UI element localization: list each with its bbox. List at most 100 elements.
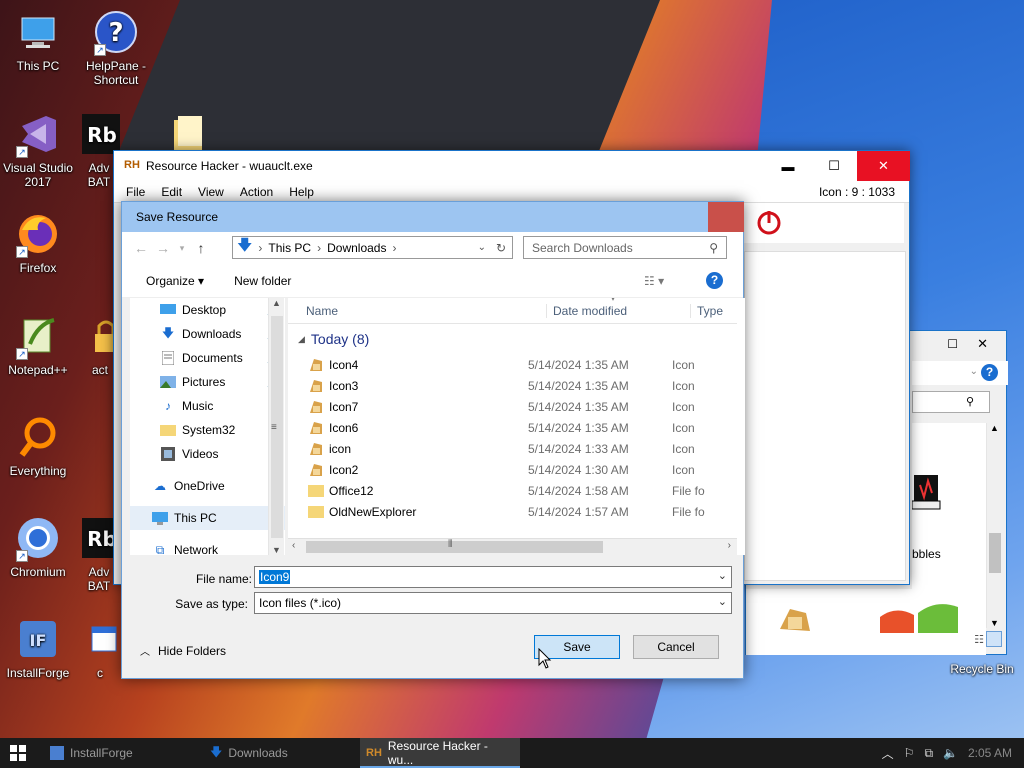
nav-item-system32[interactable]: System32 — [130, 418, 285, 442]
desktop-icon-visual-studio[interactable]: ↗ Visual Studio 2017 — [0, 110, 76, 189]
icon-file-icon — [308, 462, 324, 478]
file-row[interactable]: Office12 5/14/2024 1:58 AM File fo — [288, 480, 737, 501]
desktop-icon-this-pc[interactable]: This PC — [0, 8, 76, 73]
file-row[interactable]: Icon3 5/14/2024 1:35 AM Icon — [288, 375, 737, 396]
nav-item-pictures[interactable]: Pictures📌 — [130, 370, 285, 394]
details-view-icon[interactable]: ☷ — [974, 633, 984, 646]
show-hidden-icons-icon[interactable]: ︿ — [882, 745, 894, 762]
menu-view[interactable]: View — [190, 185, 232, 199]
menu-help[interactable]: Help — [281, 185, 322, 199]
window-app-icon — [80, 615, 120, 663]
dialog-titlebar[interactable]: Save Resource — [122, 202, 744, 232]
taskbar-item-installforge[interactable]: InstallForge — [44, 738, 204, 768]
file-row[interactable]: Icon4 5/14/2024 1:35 AM Icon — [288, 354, 737, 375]
group-header[interactable]: ◢ Today (8) — [288, 324, 737, 354]
file-row[interactable]: icon 5/14/2024 1:33 AM Icon — [288, 438, 737, 459]
desktop-icon-label: Chromium — [10, 565, 66, 579]
nav-item-desktop[interactable]: Desktop📌 — [130, 298, 285, 322]
desktop-icon-c[interactable]: c — [80, 615, 120, 680]
chevron-down-icon[interactable]: ⌄ — [478, 242, 486, 253]
search-placeholder: Search Downloads — [532, 240, 633, 255]
large-icons-view-icon[interactable] — [986, 631, 1002, 647]
window-titlebar[interactable]: RH Resource Hacker - wuauclt.exe ▬ ☐ ✕ — [114, 151, 910, 181]
desktop-icon-notepad-plus[interactable]: ↗ Notepad++ — [0, 312, 76, 377]
nav-item-music[interactable]: ♪ Music — [130, 394, 285, 418]
desktop-icon-everything[interactable]: Everything — [0, 413, 76, 478]
nav-item-videos[interactable]: Videos — [130, 442, 285, 466]
desktop-icon-chromium[interactable]: ↗ Chromium — [0, 514, 76, 579]
file-name-field[interactable]: Icon9 ⌄ — [254, 566, 732, 588]
maximize-icon[interactable]: ☐ — [947, 337, 958, 351]
horizontal-scrollbar[interactable]: ‹ ⦀ › — [288, 538, 737, 555]
refresh-icon[interactable]: ↻ — [496, 241, 506, 255]
window-title: Resource Hacker - wuauclt.exe — [146, 159, 313, 173]
volume-icon[interactable]: 🔈 — [943, 746, 958, 760]
nav-item-documents[interactable]: Documents📌 — [130, 346, 285, 370]
taskbar-item-resource-hacker[interactable]: RH Resource Hacker - wu... — [360, 738, 520, 768]
desktop-icon-firefox[interactable]: ↗ Firefox — [0, 210, 76, 275]
navigation-pane: Desktop📌 🡇Downloads📌 Documents📌 Pictures… — [130, 298, 285, 557]
nav-item-network[interactable]: ⧉ Network — [130, 538, 285, 562]
clock[interactable]: 2:05 AM — [968, 746, 1012, 760]
nav-scrollbar[interactable]: ▲ ≡ ▼ — [268, 298, 284, 555]
file-row[interactable]: OldNewExplorer 5/14/2024 1:57 AM File fo — [288, 501, 737, 522]
search-field[interactable]: Search Downloads ⚲ — [523, 236, 727, 259]
menu-file[interactable]: File — [118, 185, 153, 199]
column-name[interactable]: Name — [288, 304, 546, 318]
scroll-down-icon[interactable]: ▼ — [269, 545, 284, 555]
back-arrow-icon[interactable]: ← — [130, 240, 152, 256]
installforge-icon — [50, 746, 64, 760]
action-center-icon[interactable]: ⚐ — [904, 746, 915, 760]
nav-item-this-pc[interactable]: This PC — [130, 506, 285, 530]
help-icon[interactable]: ? — [981, 364, 998, 381]
column-date-modified[interactable]: Date modified ▾ — [546, 298, 690, 318]
start-button[interactable] — [0, 738, 36, 768]
chevron-down-icon[interactable]: ⌄ — [718, 569, 727, 582]
cancel-button[interactable]: Cancel — [633, 635, 719, 659]
save-as-type-select[interactable]: Icon files (*.ico) ⌄ — [254, 592, 732, 614]
chevron-down-icon[interactable]: ⌄ — [970, 366, 978, 377]
column-type[interactable]: Type — [690, 303, 723, 318]
file-row[interactable]: Icon6 5/14/2024 1:35 AM Icon — [288, 417, 737, 438]
breadcrumb-downloads[interactable]: Downloads — [327, 241, 386, 255]
close-icon[interactable]: ✕ — [977, 336, 988, 352]
documents-icon — [160, 351, 176, 365]
menu-action[interactable]: Action — [232, 185, 281, 199]
nav-item-onedrive[interactable]: ☁ OneDrive — [130, 474, 285, 498]
address-bar[interactable]: 🡇 › This PC › Downloads › ⌄ ↻ — [232, 236, 513, 259]
scroll-up-icon[interactable]: ▲ — [269, 298, 284, 308]
close-button[interactable]: ✕ — [857, 151, 910, 181]
recent-chevron-icon[interactable]: ▾ — [174, 243, 190, 254]
minimize-button[interactable]: ▬ — [765, 151, 811, 181]
save-as-type-value: Icon files (*.ico) — [259, 596, 342, 610]
up-arrow-icon[interactable]: ↑ — [190, 240, 212, 256]
desktop-icon-recycle-bin[interactable]: Recycle Bin — [940, 662, 1024, 676]
search-icon[interactable]: ⚲ — [966, 395, 974, 408]
desktop-icon-installforge[interactable]: IF InstallForge — [0, 615, 76, 680]
hide-folders-button[interactable]: ︿ Hide Folders — [140, 643, 226, 659]
menu-edit[interactable]: Edit — [153, 185, 190, 199]
file-row[interactable]: Icon2 5/14/2024 1:30 AM Icon — [288, 459, 737, 480]
nav-item-downloads[interactable]: 🡇Downloads📌 — [130, 322, 285, 346]
chevron-down-icon[interactable]: ⌄ — [718, 595, 727, 608]
organize-button[interactable]: Organize ▾ — [146, 274, 204, 288]
maximize-button[interactable]: ☐ — [811, 151, 857, 181]
new-folder-button[interactable]: New folder — [234, 274, 291, 288]
save-resource-dialog[interactable]: Save Resource ← → ▾ ↑ 🡇 › This PC › Down… — [121, 201, 745, 679]
file-type-cell: Icon — [672, 399, 695, 414]
forward-arrow-icon[interactable]: → — [152, 240, 174, 256]
svg-text:?: ? — [108, 18, 123, 48]
dialog-close-button[interactable] — [708, 202, 744, 232]
taskbar-item-downloads[interactable]: 🡇 Downloads — [204, 738, 360, 768]
file-row[interactable]: Icon7 5/14/2024 1:35 AM Icon — [288, 396, 737, 417]
vertical-scrollbar[interactable]: ▲ ▼ — [986, 423, 1002, 628]
power-icon[interactable] — [754, 207, 784, 240]
network-icon[interactable]: ⧉ — [924, 746, 933, 761]
breadcrumb-this-pc[interactable]: This PC — [268, 241, 311, 255]
view-options-icon[interactable]: ☷ ▾ — [644, 274, 664, 288]
desktop-icon-helppane[interactable]: ? ↗ HelpPane - Shortcut — [78, 8, 154, 87]
file-date-cell: 5/14/2024 1:33 AM — [528, 441, 629, 456]
scroll-left-icon[interactable]: ‹ — [292, 540, 295, 551]
help-icon[interactable]: ? — [706, 272, 723, 289]
scroll-right-icon[interactable]: › — [728, 540, 731, 551]
